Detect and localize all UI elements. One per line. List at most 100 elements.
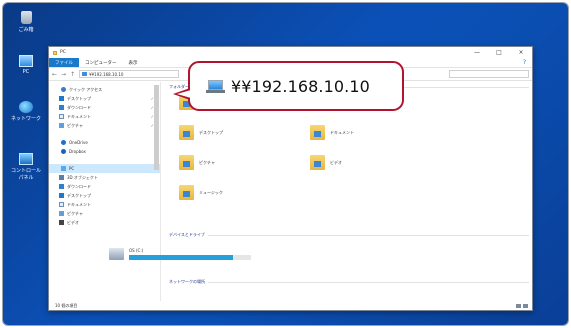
pc-icon	[61, 166, 66, 171]
sidebar-item-label: デスクトップ	[67, 95, 91, 101]
network-computer-icon	[82, 72, 88, 76]
sidebar-item[interactable]: ドキュメント	[49, 200, 160, 209]
details-view-icon[interactable]	[516, 303, 521, 308]
maximize-button[interactable]: □	[488, 49, 510, 56]
sidebar-item[interactable]: PC	[49, 164, 160, 173]
sidebar-item[interactable]: ビデオ	[49, 218, 160, 227]
sidebar-item-label: OneDrive	[69, 140, 88, 145]
folder-documents[interactable]: ドキュメント	[310, 125, 354, 140]
callout-path-text: ¥¥192.168.10.10	[231, 76, 370, 96]
pictures-icon	[59, 211, 64, 216]
sidebar-item-label: ダウンロード	[67, 104, 91, 110]
address-path: ¥¥192.168.10.10	[89, 71, 124, 77]
3d-objects-icon	[59, 175, 64, 180]
status-bar: 10 個の項目	[49, 301, 532, 310]
desktop-icon-network[interactable]: ネットワーク	[9, 101, 43, 122]
star-icon	[61, 87, 66, 92]
view-buttons	[516, 303, 528, 308]
folder-videos[interactable]: ビデオ	[310, 155, 342, 170]
pc-icon	[19, 55, 33, 67]
sidebar-item-label: ドキュメント	[67, 113, 91, 119]
videos-icon	[59, 220, 64, 225]
network-icon	[19, 101, 33, 113]
download-icon	[59, 184, 64, 189]
sidebar-item-label: クイック アクセス	[69, 86, 103, 92]
sidebar-item[interactable]: ダウンロード	[49, 182, 160, 191]
download-icon	[59, 105, 64, 110]
pictures-folder-icon	[179, 155, 194, 170]
window-buttons: — □ ×	[466, 49, 532, 56]
minimize-button[interactable]: —	[466, 49, 488, 56]
drive-usage-bar	[129, 255, 251, 260]
screenshot-frame: ごみ箱 PC ネットワーク コントロールパネル PC — □ × ファイル コン…	[2, 2, 569, 326]
drive-usage-fill	[129, 255, 233, 260]
navigation-pane: クイック アクセスデスクトップ ✓ ダウンロード ✓ ドキュメント ✓ ピクチャ ✓ OneDr…	[49, 82, 161, 301]
sidebar-item-label: Dropbox	[69, 149, 86, 154]
sidebar-item[interactable]: Dropbox	[49, 147, 160, 156]
back-icon[interactable]: ←	[52, 71, 57, 78]
folder-label: ピクチャ	[199, 159, 215, 165]
group-header-network[interactable]: ネットワークの場所	[169, 279, 529, 285]
desktop-icon-label: ネットワーク	[10, 116, 41, 122]
hard-drive-icon	[109, 248, 124, 260]
tab-computer[interactable]: コンピューター	[79, 58, 123, 67]
sidebar-item[interactable]: 3D オブジェクト	[49, 173, 160, 182]
sidebar-item[interactable]: デスクトップ	[49, 191, 160, 200]
sidebar-item[interactable]: デスクトップ ✓	[49, 94, 160, 103]
tab-view[interactable]: 表示	[123, 58, 144, 67]
quick-access-toolbar-icon[interactable]	[53, 50, 57, 55]
folder-music[interactable]: ミュージック	[179, 185, 223, 200]
sidebar-item[interactable]: OneDrive	[49, 138, 160, 147]
folder-label: ミュージック	[199, 189, 223, 195]
pictures-icon	[59, 123, 64, 128]
sidebar-item-label: ダウンロード	[67, 183, 91, 189]
sidebar-item-label: ドキュメント	[67, 201, 91, 207]
desktop-icon-pc[interactable]: PC	[9, 55, 43, 75]
close-button[interactable]: ×	[510, 49, 532, 56]
dropbox-icon	[61, 149, 66, 154]
sidebar-item[interactable]: ピクチャ	[49, 209, 160, 218]
sidebar-item[interactable]: ダウンロード ✓	[49, 103, 160, 112]
address-bar[interactable]: ¥¥192.168.10.10	[79, 70, 180, 78]
search-input[interactable]	[449, 70, 529, 78]
sidebar-item-label: ピクチャ	[67, 122, 83, 128]
desktop-icon-control-panel[interactable]: コントロールパネル	[9, 153, 43, 181]
folder-desktop[interactable]: デスクトップ	[179, 125, 223, 140]
desktop-icon	[59, 193, 64, 198]
up-icon[interactable]: ↑	[70, 71, 75, 78]
large-icons-view-icon[interactable]	[523, 303, 528, 308]
help-icon[interactable]: ?	[517, 58, 532, 67]
desktop-folder-icon	[179, 125, 194, 140]
window-title: PC	[60, 50, 66, 55]
content-pane: フォルダー 3D オブジェクト ダウンロード デスクトップ ドキュメント	[165, 82, 532, 301]
sidebar-item-label: 3D オブジェクト	[67, 174, 98, 180]
sidebar-item[interactable]: クイック アクセス	[49, 85, 160, 94]
forward-icon[interactable]: →	[61, 71, 66, 78]
sidebar-item[interactable]: ピクチャ ✓	[49, 121, 160, 130]
documents-folder-icon	[310, 125, 325, 140]
folder-pictures[interactable]: ピクチャ	[179, 155, 215, 170]
folder-label: ドキュメント	[330, 129, 354, 135]
desktop-icon	[59, 96, 64, 101]
tab-file[interactable]: ファイル	[49, 58, 79, 67]
drive-c[interactable]: OS (C:)	[109, 248, 251, 260]
folder-label: デスクトップ	[199, 129, 223, 135]
sidebar-scrollbar[interactable]	[154, 85, 159, 170]
sidebar-item-label: デスクトップ	[67, 192, 91, 198]
recycle-bin-icon	[20, 11, 32, 24]
sidebar-item-label: ピクチャ	[67, 210, 83, 216]
title-bar: PC — □ ×	[49, 47, 532, 58]
desktop-icon-recycle-bin[interactable]: ごみ箱	[9, 11, 43, 33]
documents-icon	[59, 202, 64, 207]
callout-pointer-inner	[177, 90, 191, 98]
folder-label: ビデオ	[330, 159, 342, 165]
group-header-drives[interactable]: デバイスとドライブ	[169, 232, 529, 238]
control-panel-icon	[19, 153, 33, 165]
sidebar-item[interactable]: ドキュメント ✓	[49, 112, 160, 121]
status-text: 10 個の項目	[55, 302, 78, 308]
network-computer-icon	[206, 79, 225, 94]
sidebar-item-label: ビデオ	[67, 219, 79, 225]
desktop-icon-label: コントロールパネル	[10, 168, 41, 181]
